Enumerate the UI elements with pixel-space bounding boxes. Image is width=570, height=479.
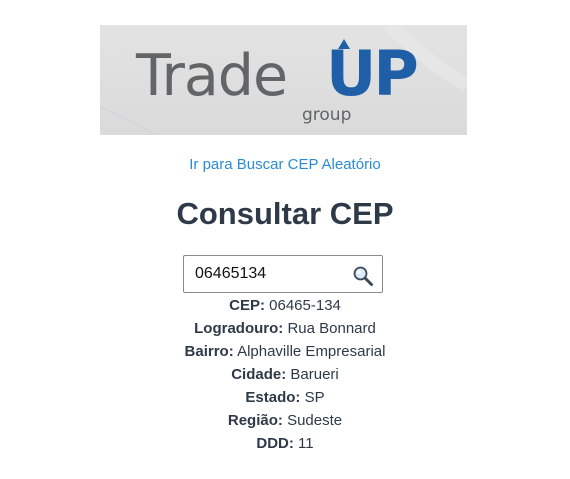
result-logradouro: Logradouro: Rua Bonnard [0,319,570,339]
cep-input[interactable] [195,263,345,285]
result-value: Sudeste [287,412,343,429]
result-estado: Estado: SP [0,388,570,408]
result-value: Rua Bonnard [287,320,376,337]
result-value: 06465-134 [269,297,341,314]
result-label: Estado: [245,389,301,406]
result-label: Cidade: [231,366,287,383]
result-value: Barueri [290,366,339,383]
cep-search-box [183,255,383,293]
result-regiao: Região: Sudeste [0,411,570,431]
result-label: Bairro: [184,343,234,360]
magnifier-icon[interactable] [352,265,374,287]
result-label: Região: [227,412,283,429]
result-cep: CEP: 06465-134 [0,296,570,316]
result-ddd: DDD: 11 [0,434,570,454]
result-cidade: Cidade: Barueri [0,365,570,385]
result-value: SP [304,389,325,406]
logo-banner: Trade UP group [100,25,467,135]
page-title: Consultar CEP [176,196,394,231]
page: Trade UP group Ir para Buscar CEP Aleató… [0,0,570,479]
result-label: DDD: [256,435,294,452]
random-cep-link[interactable]: Ir para Buscar CEP Aleatório [0,155,570,175]
result-value: 11 [298,435,314,452]
logo-group-text: group [302,105,352,125]
result-bairro: Bairro: Alphaville Empresarial [0,342,570,362]
result-label: Logradouro: [194,320,284,337]
result-label: CEP: [229,297,265,314]
logo-arrow-icon [338,39,350,49]
result-value: Alphaville Empresarial [237,343,386,360]
